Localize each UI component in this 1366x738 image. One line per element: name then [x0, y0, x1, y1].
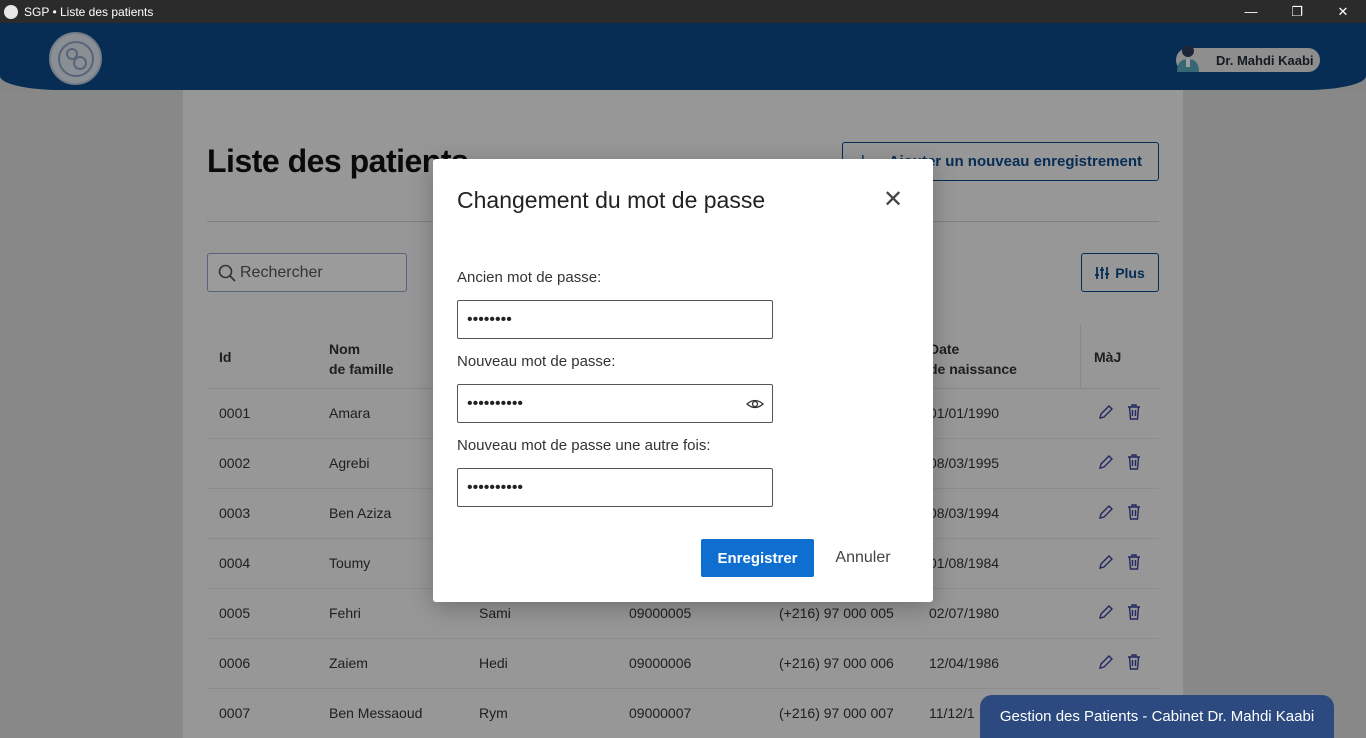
confirm-password-field[interactable]: •••••••••• — [457, 468, 773, 507]
app-footer-badge: Gestion des Patients - Cabinet Dr. Mahdi… — [980, 695, 1334, 738]
confirm-password-value: •••••••••• — [467, 478, 524, 496]
new-password-field[interactable]: •••••••••• — [457, 384, 773, 423]
new-password-label: Nouveau mot de passe: — [457, 353, 616, 370]
old-password-value: •••••••• — [467, 310, 512, 328]
old-password-label: Ancien mot de passe: — [457, 269, 602, 286]
cancel-button[interactable]: Annuler — [831, 539, 895, 577]
change-password-dialog: Changement du mot de passe ✕ Ancien mot … — [433, 159, 933, 602]
window-controls: — ❐ ✕ — [1228, 0, 1366, 23]
app-icon — [4, 4, 18, 19]
dialog-title: Changement du mot de passe — [457, 187, 766, 213]
close-window-button[interactable]: ✕ — [1320, 0, 1366, 23]
confirm-password-label: Nouveau mot de passe une autre fois: — [457, 437, 711, 454]
window-title: SGP • Liste des patients — [24, 4, 154, 19]
close-icon[interactable]: ✕ — [881, 186, 905, 213]
new-password-value: •••••••••• — [467, 394, 524, 412]
window-titlebar: SGP • Liste des patients — ❐ ✕ — [0, 0, 1366, 23]
maximize-button[interactable]: ❐ — [1274, 0, 1320, 23]
save-button[interactable]: Enregistrer — [701, 539, 814, 577]
minimize-button[interactable]: — — [1228, 0, 1274, 23]
eye-icon[interactable] — [746, 395, 764, 413]
old-password-field[interactable]: •••••••• — [457, 300, 773, 339]
